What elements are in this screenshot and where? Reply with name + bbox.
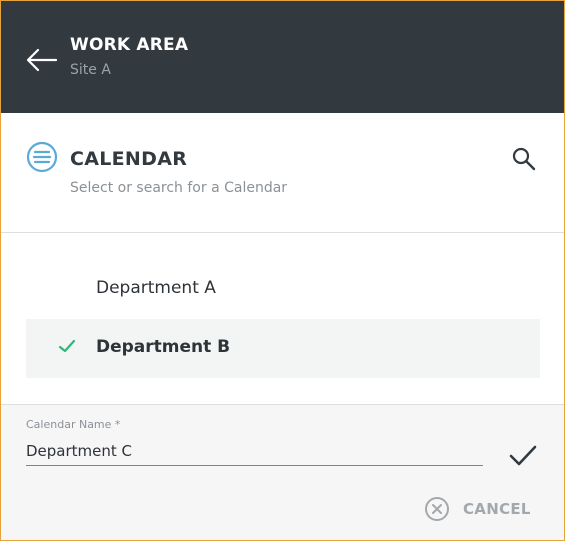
- list-item-selected[interactable]: Department B: [26, 319, 540, 378]
- search-button[interactable]: [509, 144, 539, 174]
- search-icon: [512, 147, 536, 171]
- list-item-label: Department A: [96, 278, 216, 298]
- page-title: WORK AREA: [70, 35, 189, 55]
- list-item[interactable]: Department A: [26, 260, 540, 319]
- list-circle-icon: [26, 141, 58, 173]
- back-button[interactable]: [23, 43, 59, 79]
- check-icon: [58, 339, 76, 353]
- cancel-button[interactable]: CANCEL: [424, 494, 534, 524]
- page-subtitle: Site A: [70, 62, 111, 78]
- cancel-label: CANCEL: [463, 500, 531, 518]
- calendar-dialog: WORK AREA Site A CALENDAR Select or sear…: [0, 0, 565, 541]
- add-calendar-form: Calendar Name * CANCEL: [1, 404, 564, 540]
- arrow-left-icon: [26, 48, 58, 72]
- field-label: Calendar Name *: [26, 418, 121, 431]
- section-title: CALENDAR: [70, 148, 188, 170]
- checkmark-icon: [509, 445, 537, 466]
- section-divider: [1, 232, 564, 233]
- list-item-label: Department B: [96, 337, 231, 357]
- close-circle-icon: [425, 497, 449, 521]
- section-subtitle: Select or search for a Calendar: [70, 180, 288, 196]
- header-bar: WORK AREA Site A: [1, 1, 564, 113]
- calendar-name-input[interactable]: [26, 437, 483, 466]
- confirm-button[interactable]: [506, 441, 540, 471]
